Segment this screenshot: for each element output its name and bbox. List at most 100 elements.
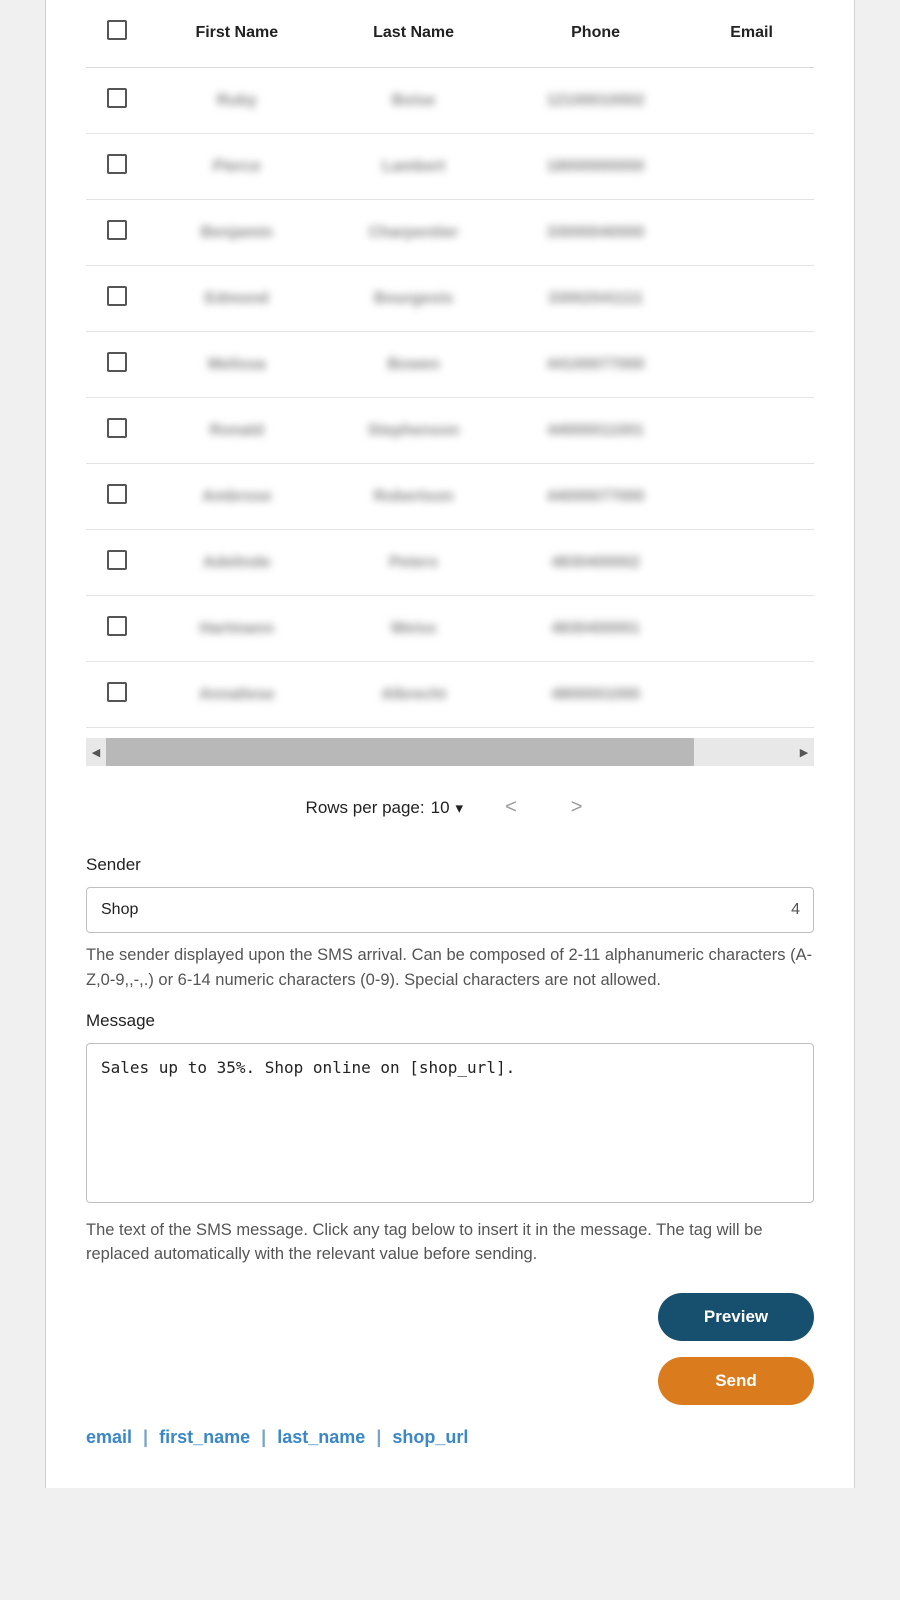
cell-first-name: Pierce [148, 134, 325, 200]
cell-last-name: Stephenson [325, 398, 502, 464]
cell-phone: 18000000000 [502, 134, 689, 200]
cell-email [689, 596, 814, 662]
cell-first-name: Benjamin [148, 200, 325, 266]
row-checkbox-cell [86, 596, 148, 662]
table-row: EdmondBourgeois33002041111 [86, 266, 814, 332]
cell-phone: 33000040000 [502, 200, 689, 266]
cell-first-name: Melissa [148, 332, 325, 398]
row-checkbox[interactable] [107, 154, 127, 174]
row-checkbox[interactable] [107, 220, 127, 240]
cell-email [689, 134, 814, 200]
tag-email[interactable]: email [86, 1427, 132, 1447]
cell-first-name: Ambrose [148, 464, 325, 530]
sender-char-count: 4 [791, 901, 800, 919]
sender-section: Sender 4 The sender displayed upon the S… [46, 855, 854, 993]
cell-email [689, 266, 814, 332]
previous-page-button[interactable]: < [493, 796, 529, 819]
send-button[interactable]: Send [658, 1357, 814, 1405]
header-email[interactable]: Email [689, 0, 814, 68]
cell-phone: 33002041111 [502, 266, 689, 332]
table-row: HartmannWeiss4830400001 [86, 596, 814, 662]
cell-first-name: Ronald [148, 398, 325, 464]
cell-last-name: Boise [325, 68, 502, 134]
row-checkbox-cell [86, 266, 148, 332]
tag-separator: | [137, 1427, 154, 1447]
row-checkbox[interactable] [107, 682, 127, 702]
rows-per-page-select[interactable]: Rows per page: 10 ▾ [306, 798, 464, 818]
message-hint: The text of the SMS message. Click any t… [86, 1218, 814, 1268]
cell-phone: 4830400001 [502, 596, 689, 662]
cell-last-name: Charpentier [325, 200, 502, 266]
table-body: RubyBoise12100010002PierceLambert1800000… [86, 68, 814, 728]
message-textarea[interactable]: Sales up to 35%. Shop online on [shop_ur… [86, 1043, 814, 1203]
next-page-button[interactable]: > [559, 796, 595, 819]
header-last-name[interactable]: Last Name [325, 0, 502, 68]
cell-first-name: Edmond [148, 266, 325, 332]
cell-phone: 4830400002 [502, 530, 689, 596]
cell-phone: 12100010002 [502, 68, 689, 134]
cell-last-name: Robertson [325, 464, 502, 530]
tag-first-name[interactable]: first_name [159, 1427, 250, 1447]
table-row: PierceLambert18000000000 [86, 134, 814, 200]
cell-phone: 44000011001 [502, 398, 689, 464]
scroll-right-icon[interactable]: ▶ [794, 738, 814, 766]
tag-shop-url[interactable]: shop_url [392, 1427, 468, 1447]
tag-list: email | first_name | last_name | shop_ur… [46, 1405, 854, 1448]
rows-per-page-value: 10 [431, 798, 450, 818]
row-checkbox-cell [86, 332, 148, 398]
contacts-table-wrap: First Name Last Name Phone Email RubyBoi… [46, 0, 854, 728]
sender-input[interactable] [86, 887, 814, 933]
cell-last-name: Bowen [325, 332, 502, 398]
preview-button[interactable]: Preview [658, 1293, 814, 1341]
table-row: AmbroseRobertson44000077000 [86, 464, 814, 530]
cell-first-name: Adelinde [148, 530, 325, 596]
cell-email [689, 200, 814, 266]
row-checkbox-cell [86, 68, 148, 134]
sender-input-wrap: 4 [86, 887, 814, 933]
cell-last-name: Albrecht [325, 662, 502, 728]
chevron-down-icon: ▾ [456, 799, 464, 817]
table-row: AnnalieseAlbrecht4800001000 [86, 662, 814, 728]
row-checkbox-cell [86, 398, 148, 464]
cell-email [689, 464, 814, 530]
cell-email [689, 332, 814, 398]
table-row: BenjaminCharpentier33000040000 [86, 200, 814, 266]
row-checkbox-cell [86, 464, 148, 530]
horizontal-scrollbar[interactable]: ◀ ▶ [86, 738, 814, 766]
table-row: RubyBoise12100010002 [86, 68, 814, 134]
row-checkbox-cell [86, 134, 148, 200]
tag-separator: | [370, 1427, 387, 1447]
pagination-bar: Rows per page: 10 ▾ < > [46, 766, 854, 837]
table-header-row: First Name Last Name Phone Email [86, 0, 814, 68]
cell-email [689, 662, 814, 728]
row-checkbox[interactable] [107, 484, 127, 504]
row-checkbox[interactable] [107, 352, 127, 372]
cell-email [689, 530, 814, 596]
row-checkbox[interactable] [107, 88, 127, 108]
cell-phone: 44100077000 [502, 332, 689, 398]
select-all-checkbox[interactable] [107, 20, 127, 40]
cell-last-name: Bourgeois [325, 266, 502, 332]
cell-first-name: Hartmann [148, 596, 325, 662]
scroll-thumb[interactable] [106, 738, 694, 766]
tag-last-name[interactable]: last_name [277, 1427, 365, 1447]
message-section: Message Sales up to 35%. Shop online on … [46, 1011, 854, 1268]
row-checkbox[interactable] [107, 616, 127, 636]
cell-last-name: Lambert [325, 134, 502, 200]
message-label: Message [86, 1011, 814, 1031]
scroll-left-icon[interactable]: ◀ [86, 738, 106, 766]
action-buttons: Preview Send [46, 1267, 854, 1405]
table-row: MelissaBowen44100077000 [86, 332, 814, 398]
header-phone[interactable]: Phone [502, 0, 689, 68]
cell-first-name: Ruby [148, 68, 325, 134]
cell-last-name: Weiss [325, 596, 502, 662]
sender-hint: The sender displayed upon the SMS arriva… [86, 943, 814, 993]
row-checkbox[interactable] [107, 550, 127, 570]
cell-phone: 44000077000 [502, 464, 689, 530]
row-checkbox[interactable] [107, 286, 127, 306]
cell-phone: 4800001000 [502, 662, 689, 728]
header-first-name[interactable]: First Name [148, 0, 325, 68]
table-row: AdelindePeters4830400002 [86, 530, 814, 596]
row-checkbox[interactable] [107, 418, 127, 438]
header-checkbox-cell [86, 0, 148, 68]
